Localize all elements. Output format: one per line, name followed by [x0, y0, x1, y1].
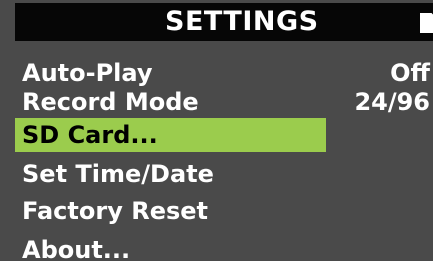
title-bar: SETTINGS: [15, 3, 433, 41]
settings-screen: SETTINGS Auto-Play Off Record Mode 24/96…: [0, 0, 433, 261]
menu-item-record-mode[interactable]: Record Mode 24/96: [15, 85, 433, 119]
menu-item-set-time-date[interactable]: Set Time/Date: [15, 157, 433, 191]
menu-item-label: SD Card...: [22, 121, 158, 149]
screen-title: SETTINGS: [165, 6, 319, 37]
menu-item-factory-reset[interactable]: Factory Reset: [15, 194, 433, 228]
menu-item-label: Factory Reset: [22, 197, 208, 225]
menu-item-label: Record Mode: [22, 88, 199, 116]
menu-item-about[interactable]: About...: [15, 233, 433, 261]
sd-card-icon: [420, 13, 433, 33]
menu-item-label: About...: [22, 236, 131, 261]
menu-item-label: Set Time/Date: [22, 160, 214, 188]
menu-item-sd-card[interactable]: SD Card...: [15, 118, 326, 152]
menu-item-value: 24/96: [354, 88, 430, 116]
